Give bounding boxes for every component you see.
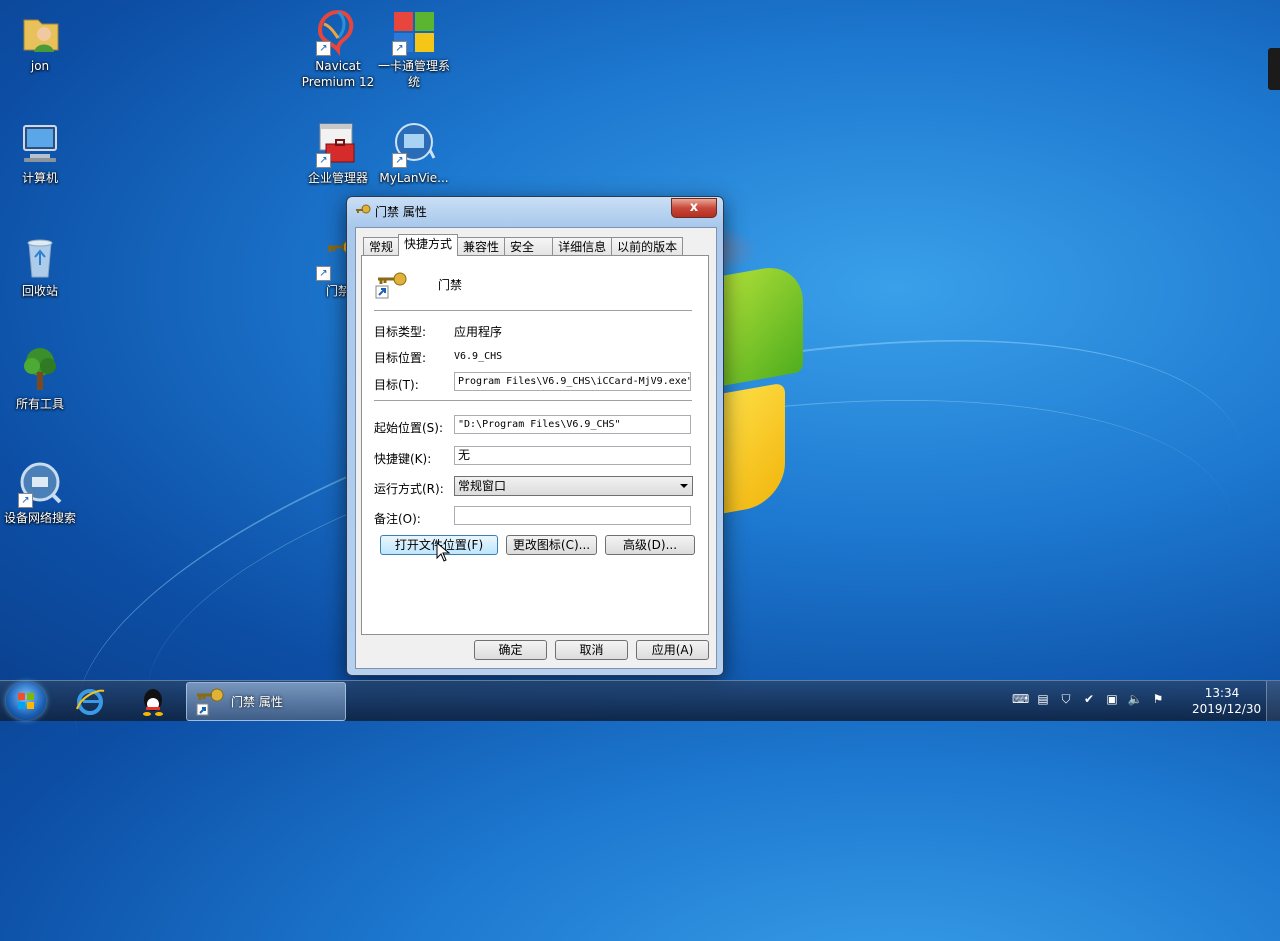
tab-shortcut[interactable]: 快捷方式 bbox=[398, 234, 459, 256]
dialog-titlebar[interactable]: 门禁 属性 x bbox=[347, 197, 723, 225]
desktop-icon-jon[interactable]: jon bbox=[2, 8, 78, 74]
tab-compatibility[interactable]: 兼容性 bbox=[457, 237, 506, 256]
clipboard-icon[interactable]: ▤ bbox=[1035, 691, 1051, 707]
mouse-cursor-icon bbox=[436, 542, 450, 562]
desktop-icon-all-tools[interactable]: 所有工具 bbox=[2, 346, 78, 412]
ok-button[interactable]: 确定 bbox=[474, 640, 547, 660]
run-label: 运行方式(R): bbox=[374, 482, 444, 496]
tab-previous-versions[interactable]: 以前的版本 bbox=[611, 237, 684, 256]
hotkey-input[interactable]: 无 bbox=[454, 446, 691, 465]
network-search-icon: ↗ bbox=[16, 460, 64, 508]
computer-icon bbox=[16, 120, 64, 168]
cancel-button[interactable]: 取消 bbox=[555, 640, 628, 660]
desktop-icon-recycle-bin[interactable]: 回收站 bbox=[2, 233, 78, 299]
apply-button[interactable]: 应用(A) bbox=[636, 640, 709, 660]
target-type-value: 应用程序 bbox=[454, 325, 503, 339]
change-icon-button[interactable]: 更改图标(C)... bbox=[506, 535, 597, 555]
security-shield-icon[interactable]: ⛉ bbox=[1058, 691, 1074, 707]
desktop-icon-navicat[interactable]: ↗ Navicat Premium 12 bbox=[300, 8, 376, 90]
internet-explorer-icon[interactable] bbox=[74, 685, 106, 717]
taskbar-window-label: 门禁 属性 bbox=[231, 695, 283, 709]
keys-icon bbox=[196, 688, 224, 716]
clock[interactable]: 13:34 2019/12/30 bbox=[1192, 685, 1262, 717]
hotkey-label: 快捷键(K): bbox=[374, 452, 432, 466]
dialog-title: 门禁 属性 bbox=[375, 205, 427, 219]
taskbar: 门禁 属性 ⌨ ▤ ⛉ ✔ ▣ 🔈 ⚑ 13:34 2019/12/30 bbox=[0, 680, 1280, 721]
desktop-icon-label: 企业管理器 bbox=[307, 171, 368, 185]
recycle-bin-icon bbox=[16, 233, 64, 281]
gadget-check-icon[interactable]: ✔ bbox=[1081, 691, 1097, 707]
target-type-label: 目标类型: bbox=[374, 325, 427, 339]
desktop-icon-label: 回收站 bbox=[21, 284, 58, 298]
desktop-icon-label: Navicat Premium 12 bbox=[301, 59, 375, 89]
desktop-icon-computer[interactable]: 计算机 bbox=[2, 120, 78, 186]
shortcut-name: 门禁 bbox=[438, 278, 463, 292]
comment-label: 备注(O): bbox=[374, 512, 421, 526]
qq-icon[interactable] bbox=[137, 685, 169, 717]
desktop-icon-label: MyLanVie... bbox=[379, 171, 449, 185]
user-folder-icon bbox=[16, 8, 64, 56]
keyboard-icon[interactable]: ⌨ bbox=[1012, 691, 1029, 707]
volume-icon[interactable]: 🔈 bbox=[1127, 691, 1143, 707]
desktop-icon-label: 设备网络搜索 bbox=[3, 511, 76, 525]
windows-logo-icon bbox=[18, 693, 34, 709]
shortcut-panel: 门禁 目标类型: 应用程序 目标位置: V6.9_CHS 目标(T): Prog… bbox=[361, 255, 709, 635]
network-icon[interactable]: ▣ bbox=[1104, 691, 1120, 707]
navicat-icon: ↗ bbox=[314, 8, 362, 56]
keys-icon bbox=[375, 272, 407, 299]
mylanviewer-icon: ↗ bbox=[390, 120, 438, 168]
target-label: 目标(T): bbox=[374, 378, 419, 392]
run-select[interactable]: 常规窗口 bbox=[454, 476, 693, 496]
taskbar-window-properties[interactable]: 门禁 属性 bbox=[186, 682, 346, 721]
advanced-button[interactable]: 高级(D)... bbox=[605, 535, 695, 555]
desktop-icon-network-search[interactable]: ↗ 设备网络搜索 bbox=[2, 460, 78, 526]
target-location-label: 目标位置: bbox=[374, 351, 427, 365]
desktop-icon-label: 所有工具 bbox=[15, 397, 64, 411]
divider bbox=[374, 310, 692, 311]
target-location-value: V6.9_CHS bbox=[454, 351, 503, 362]
properties-dialog[interactable]: 门禁 属性 x 常规 快捷方式 兼容性 安全 详细信息 以前的版本 门禁 目标类… bbox=[346, 196, 724, 676]
system-tray: ⌨ ▤ ⛉ ✔ ▣ 🔈 ⚑ bbox=[1012, 691, 1166, 711]
side-gadget[interactable] bbox=[1268, 48, 1280, 90]
target-input[interactable]: Program Files\V6.9_CHS\iCCard-MjV9.exe" bbox=[454, 372, 691, 391]
desktop-icon-enterprise-manager[interactable]: ↗ 企业管理器 bbox=[300, 120, 376, 186]
clock-date: 2019/12/30 bbox=[1192, 702, 1262, 716]
start-in-input[interactable]: "D:\Program Files\V6.9_CHS" bbox=[454, 415, 691, 434]
show-desktop-button[interactable] bbox=[1266, 681, 1280, 721]
desktop-icon-label: 一卡通管理系统 bbox=[377, 59, 450, 89]
card-system-icon: ↗ bbox=[390, 8, 438, 56]
comment-input[interactable] bbox=[454, 506, 691, 525]
run-select-value: 常规窗口 bbox=[458, 479, 507, 493]
tab-security[interactable]: 安全 bbox=[504, 237, 554, 256]
clock-time: 13:34 bbox=[1204, 686, 1240, 700]
start-in-label: 起始位置(S): bbox=[374, 421, 444, 435]
desktop-icon-card-system[interactable]: ↗ 一卡通管理系统 bbox=[376, 8, 452, 90]
chevron-down-icon bbox=[680, 484, 688, 488]
keys-icon bbox=[356, 204, 371, 214]
desktop-icon-label: 计算机 bbox=[21, 171, 58, 185]
close-button[interactable]: x bbox=[671, 198, 717, 218]
toolbox-icon: ↗ bbox=[314, 120, 362, 168]
start-button[interactable] bbox=[6, 682, 46, 720]
desktop-icon-mylanviewer[interactable]: ↗ MyLanVie... bbox=[376, 120, 452, 186]
tab-general[interactable]: 常规 bbox=[363, 237, 400, 256]
divider bbox=[374, 400, 692, 401]
desktop-icon-label: jon bbox=[30, 59, 50, 73]
tab-strip: 常规 快捷方式 兼容性 安全 详细信息 以前的版本 bbox=[363, 234, 684, 256]
tab-details[interactable]: 详细信息 bbox=[552, 237, 613, 256]
tree-icon bbox=[16, 346, 64, 394]
action-center-flag-icon[interactable]: ⚑ bbox=[1150, 691, 1166, 707]
dialog-client: 常规 快捷方式 兼容性 安全 详细信息 以前的版本 门禁 目标类型: 应用程序 … bbox=[355, 227, 717, 669]
